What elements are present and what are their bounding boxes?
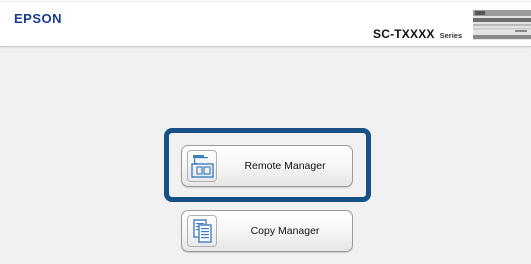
copy-manager-icon-frame bbox=[187, 215, 217, 247]
copy-manager-icon bbox=[193, 219, 212, 243]
app-header: EPSON SC-TXXXX Series bbox=[0, 0, 531, 47]
header-top-edge bbox=[0, 0, 531, 2]
printer-image-icon bbox=[473, 10, 531, 40]
copy-manager-label: Copy Manager bbox=[250, 225, 320, 237]
model-name: SC-TXXXX bbox=[373, 27, 435, 41]
copy-manager-button[interactable]: Copy Manager bbox=[181, 210, 353, 252]
remote-manager-icon bbox=[191, 155, 214, 178]
remote-manager-label: Remote Manager bbox=[244, 160, 326, 172]
remote-manager-icon-frame bbox=[187, 150, 217, 182]
epson-logo: EPSON bbox=[14, 11, 63, 26]
model-series: Series bbox=[439, 31, 463, 40]
remote-manager-button[interactable]: Remote Manager bbox=[181, 145, 353, 187]
model-label: SC-TXXXX Series bbox=[373, 25, 462, 43]
